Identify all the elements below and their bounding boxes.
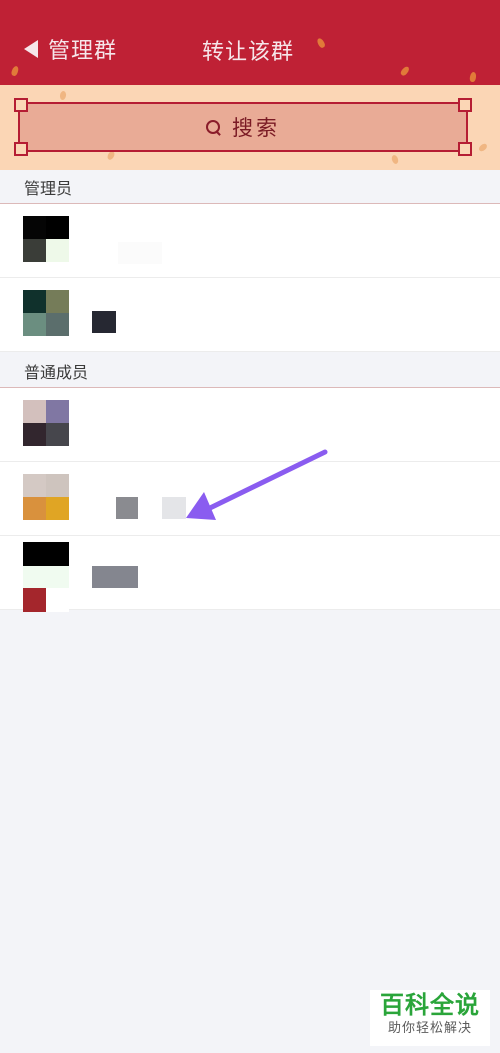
- watermark-logo: 百科全说 助你轻松解决: [370, 990, 490, 1046]
- watermark-title: 百科全说: [380, 991, 480, 1019]
- annotation-arrow-icon: [186, 449, 328, 520]
- watermark-subtitle: 助你轻松解决: [387, 1021, 472, 1036]
